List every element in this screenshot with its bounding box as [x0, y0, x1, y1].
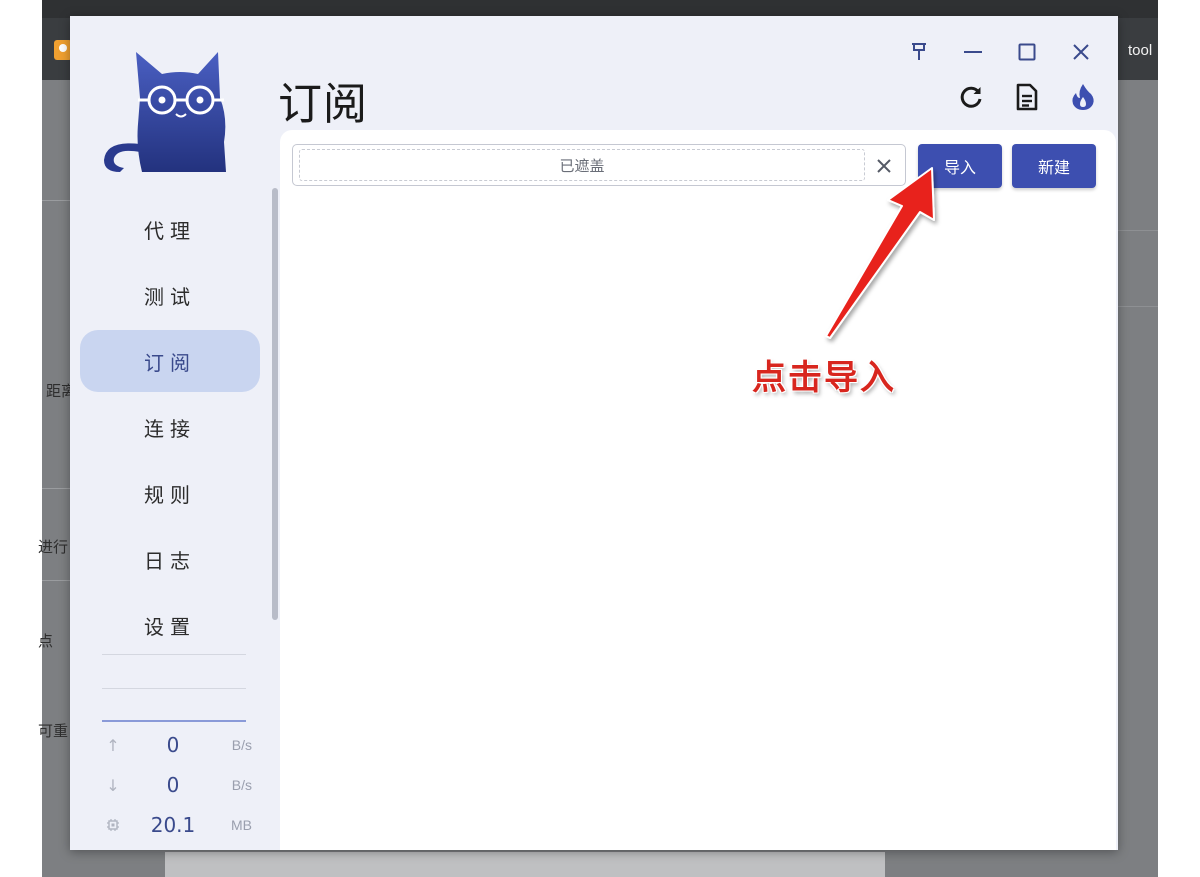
memory-usage: 20.1 MB [102, 810, 252, 840]
sidebar-scrollbar-thumb[interactable] [272, 188, 278, 620]
page-title: 订阅 [278, 79, 368, 130]
close-icon[interactable] [1054, 38, 1108, 66]
download-speed-unit: B/s [231, 777, 252, 793]
sidebar-item-subscription[interactable]: 订阅 [80, 330, 260, 392]
arrow-down-icon: ↓ [106, 775, 120, 795]
background-divider [1118, 230, 1158, 231]
sidebar-item-proxy[interactable]: 代理 [80, 198, 260, 260]
document-icon[interactable] [1010, 80, 1044, 114]
background-sidebar-text: 进行 [38, 538, 69, 556]
background-toolbar-text: tool [1128, 42, 1153, 59]
import-button[interactable]: 导入 [918, 144, 1002, 188]
upload-speed-value: 0 [166, 733, 180, 757]
annotation-label: 点击导入 [752, 358, 896, 398]
arrow-up-icon: ↑ [106, 735, 120, 755]
traffic-graph-baseline [102, 720, 246, 722]
chip-icon [102, 818, 124, 832]
cat-logo-icon [104, 52, 226, 172]
sidebar-divider [102, 654, 246, 655]
new-button[interactable]: 新建 [1012, 144, 1096, 188]
refresh-icon[interactable] [954, 80, 988, 114]
sidebar-item-settings[interactable]: 设置 [80, 594, 260, 656]
upload-speed: ↑ 0 B/s [102, 730, 252, 760]
download-speed-value: 0 [166, 773, 180, 797]
subscription-url-field[interactable]: 已遮盖 [292, 144, 906, 186]
app-window: 订阅 代理 测试 订阅 连接 规则 日志 设置 ↑ 0 B/s ↓ 0 B/s … [70, 16, 1118, 850]
memory-usage-value: 20.1 [150, 813, 196, 837]
background-bottom-strip [165, 852, 885, 877]
sidebar-item-test[interactable]: 测试 [80, 264, 260, 326]
memory-usage-unit: MB [231, 817, 252, 833]
subscription-url-value[interactable]: 已遮盖 [299, 149, 865, 181]
minimize-icon[interactable] [946, 38, 1000, 66]
background-divider [1118, 306, 1158, 307]
background-divider [42, 200, 72, 201]
header-actions [954, 80, 1100, 114]
background-divider [42, 488, 72, 489]
background-divider [42, 580, 72, 581]
sidebar-nav: 代理 测试 订阅 连接 规则 日志 设置 [80, 198, 260, 660]
pin-icon[interactable] [892, 38, 946, 66]
subscription-panel: 已遮盖 导入 新建 [280, 130, 1116, 850]
background-sidebar-text: 可重 [38, 722, 69, 740]
sidebar-item-rules[interactable]: 规则 [80, 462, 260, 524]
background-sidebar-text: 点 [38, 632, 54, 650]
upload-speed-unit: B/s [231, 737, 252, 753]
window-controls [892, 38, 1108, 66]
flame-icon[interactable] [1066, 80, 1100, 114]
sidebar-scrollbar[interactable] [272, 188, 278, 620]
sidebar-item-logs[interactable]: 日志 [80, 528, 260, 590]
clear-input-icon[interactable] [869, 151, 899, 181]
screenshot-stage: tool 距离 进行 点 可重 订阅 代理 测试 订阅 连接 规则 日志 设置 … [0, 0, 1200, 877]
sidebar-item-connections[interactable]: 连接 [80, 396, 260, 458]
maximize-icon[interactable] [1000, 38, 1054, 66]
sidebar-divider [102, 688, 246, 689]
download-speed: ↓ 0 B/s [102, 770, 252, 800]
